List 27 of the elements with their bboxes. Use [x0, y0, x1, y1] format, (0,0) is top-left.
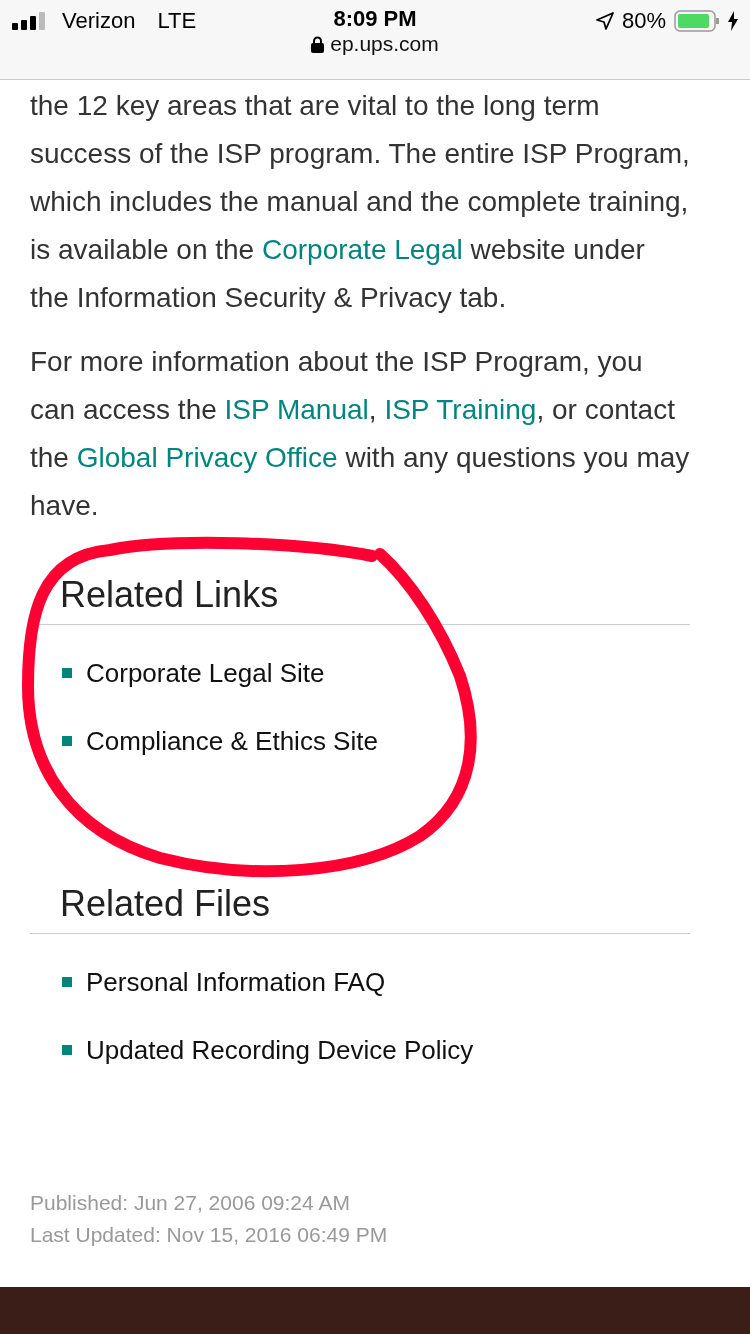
charging-bolt-icon [728, 11, 738, 31]
text-link[interactable]: Corporate Legal [261, 234, 463, 265]
battery-icon [674, 10, 720, 32]
section-heading: Related Links [60, 574, 279, 617]
date-text: Published: Jun 27, 2006 09:24 AM [30, 1191, 351, 1215]
battery-percent: 80% [621, 8, 666, 34]
text-link[interactable]: ISP Training [384, 394, 537, 425]
bullet-icon [62, 736, 72, 746]
location-arrow-icon [595, 12, 614, 30]
body-paragraph: the 12 key areas that are vital to the long term success of the ISP program. The entire ISP Program, which includes the manual and the complete training, is available on the Corporate Legal website under the Information Security & Privacy tab. [30, 89, 690, 315]
network-type: LTE [157, 8, 197, 34]
bullet-icon [62, 977, 72, 987]
body-paragraph: For more information about the ISP Program, you can access the ISP Manual, ISP Training, or contact the Global Privacy Office with any questions you may have. [30, 345, 690, 523]
bullet-icon [62, 668, 72, 678]
text-link[interactable]: ISP Manual [224, 394, 369, 425]
bullet-icon [62, 1045, 72, 1055]
carrier-name: Verizon [62, 8, 136, 34]
related-link[interactable]: Corporate Legal Site [86, 657, 325, 689]
related-link[interactable]: Personal Information FAQ [86, 966, 386, 998]
text-link[interactable]: Global Privacy Office [76, 442, 338, 473]
clock: 8:09 PM [333, 6, 417, 32]
section-heading: Related Files [60, 883, 271, 926]
date-text: Last Updated: Nov 15, 2016 06:49 PM [30, 1223, 389, 1247]
related-link[interactable]: Updated Recording Device Policy [86, 1034, 474, 1066]
lock-icon [311, 35, 325, 53]
address-bar[interactable]: ep.ups.com [311, 32, 439, 56]
related-link[interactable]: Compliance & Ethics Site [86, 725, 378, 757]
